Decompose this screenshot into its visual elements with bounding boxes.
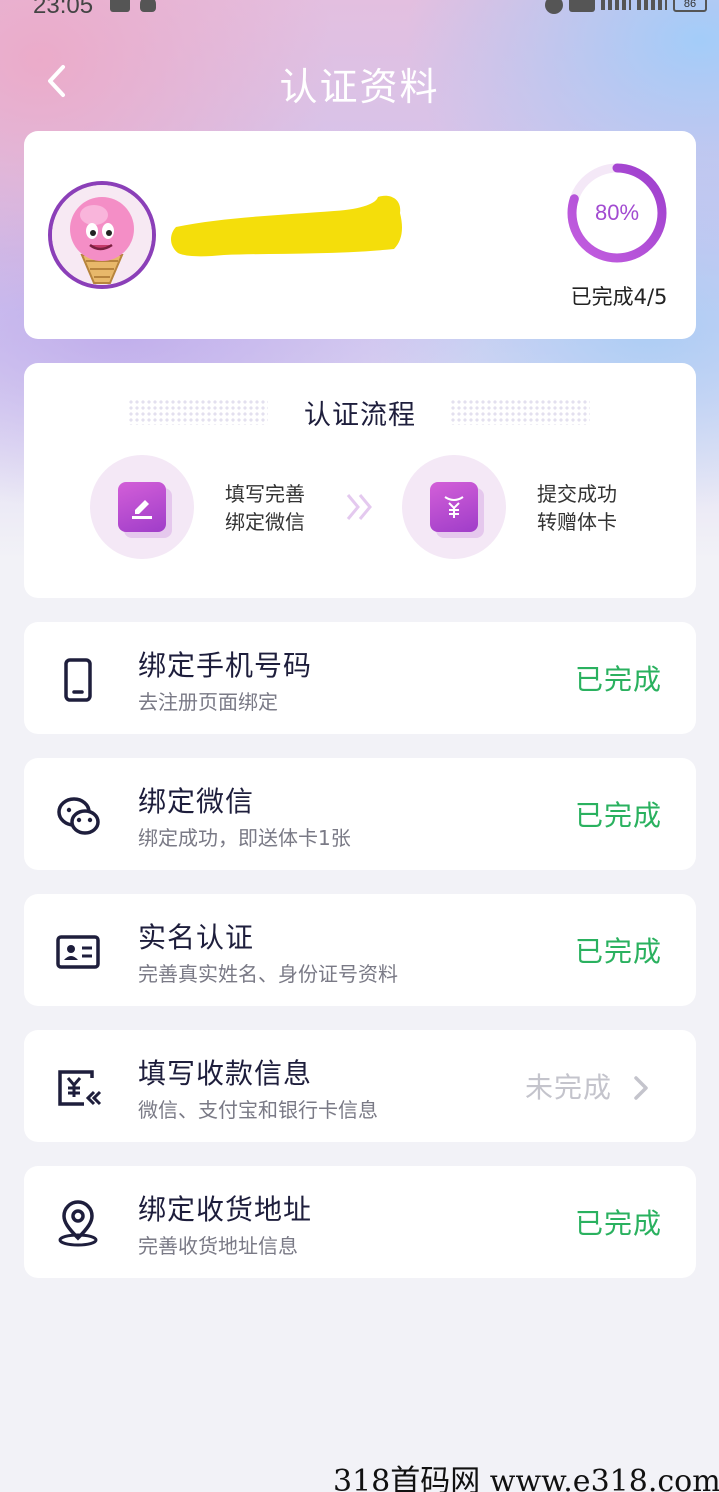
item-status: 已完成 — [574, 935, 662, 968]
item-title: 填写收款信息 — [138, 1057, 313, 1090]
item-payment-info[interactable]: 填写收款信息 微信、支付宝和银行卡信息 未完成 — [24, 1030, 696, 1142]
item-bind-wechat[interactable]: 绑定微信 绑定成功，即送体卡1张 已完成 — [24, 758, 696, 870]
yuan-bag-icon — [430, 482, 478, 532]
item-subtitle: 去注册页面绑定 — [138, 690, 278, 714]
status-bar: 23:05 86 — [0, 0, 719, 20]
qq-notification-icon — [140, 0, 156, 12]
item-status: 已完成 — [574, 1207, 662, 1240]
watermark: 318首码网 www.e318.com — [333, 1464, 719, 1492]
item-title: 绑定手机号码 — [138, 649, 313, 682]
verification-flow-card: 认证流程 填写完善 绑定微信 提交成功 转赠体卡 — [24, 363, 696, 598]
alarm-icon — [545, 0, 563, 14]
flow-step-2-line2: 转赠体卡 — [537, 510, 617, 534]
signal-icon — [601, 0, 631, 10]
flow-step-2-badge — [402, 455, 506, 559]
item-subtitle: 完善收货地址信息 — [138, 1234, 298, 1258]
redacted-username — [171, 195, 402, 257]
status-system-icons: 86 — [545, 0, 707, 14]
item-bind-phone[interactable]: 绑定手机号码 去注册页面绑定 已完成 — [24, 622, 696, 734]
item-status: 已完成 — [574, 663, 662, 696]
item-title: 绑定收货地址 — [138, 1193, 313, 1226]
flow-step-1-badge — [90, 455, 194, 559]
flow-step-1-line2: 绑定微信 — [225, 510, 305, 534]
edit-icon — [118, 482, 166, 532]
hd-icon — [569, 0, 595, 12]
payment-icon — [54, 1064, 102, 1112]
wechat-icon — [54, 792, 102, 840]
item-subtitle: 完善真实姓名、身份证号资料 — [138, 962, 398, 986]
item-status: 未完成 — [524, 1071, 612, 1104]
phone-icon — [54, 656, 102, 704]
flow-step-2-text: 提交成功 转赠体卡 — [537, 480, 617, 536]
double-chevron-right-icon — [346, 494, 372, 520]
battery-icon: 86 — [673, 0, 707, 12]
item-status: 已完成 — [574, 799, 662, 832]
progress-label: 已完成4/5 — [570, 285, 668, 309]
chevron-right-icon — [634, 1076, 648, 1100]
item-subtitle: 绑定成功，即送体卡1张 — [138, 826, 351, 850]
flow-step-2-line1: 提交成功 — [537, 482, 617, 506]
item-bind-address[interactable]: 绑定收货地址 完善收货地址信息 已完成 — [24, 1166, 696, 1278]
flow-step-1-text: 填写完善 绑定微信 — [225, 480, 305, 536]
status-notification-icons — [110, 0, 156, 12]
page-title: 认证资料 — [279, 65, 440, 109]
item-real-name-verification[interactable]: 实名认证 完善真实姓名、身份证号资料 已完成 — [24, 894, 696, 1006]
item-title: 实名认证 — [138, 921, 255, 954]
signal-4g-icon — [637, 0, 667, 10]
flow-title: 认证流程 — [304, 400, 416, 431]
app-notification-icon — [110, 0, 130, 12]
id-card-icon — [54, 928, 102, 976]
location-icon — [54, 1200, 102, 1248]
ice-cream-avatar-image — [52, 185, 152, 285]
profile-card: 80% 已完成4/5 — [24, 131, 696, 339]
avatar[interactable] — [48, 181, 156, 289]
flow-step-1-line1: 填写完善 — [225, 482, 305, 506]
progress-percent: 80% — [594, 200, 640, 225]
status-time: 23:05 — [33, 0, 94, 19]
item-subtitle: 微信、支付宝和银行卡信息 — [138, 1098, 378, 1122]
item-title: 绑定微信 — [138, 785, 255, 818]
